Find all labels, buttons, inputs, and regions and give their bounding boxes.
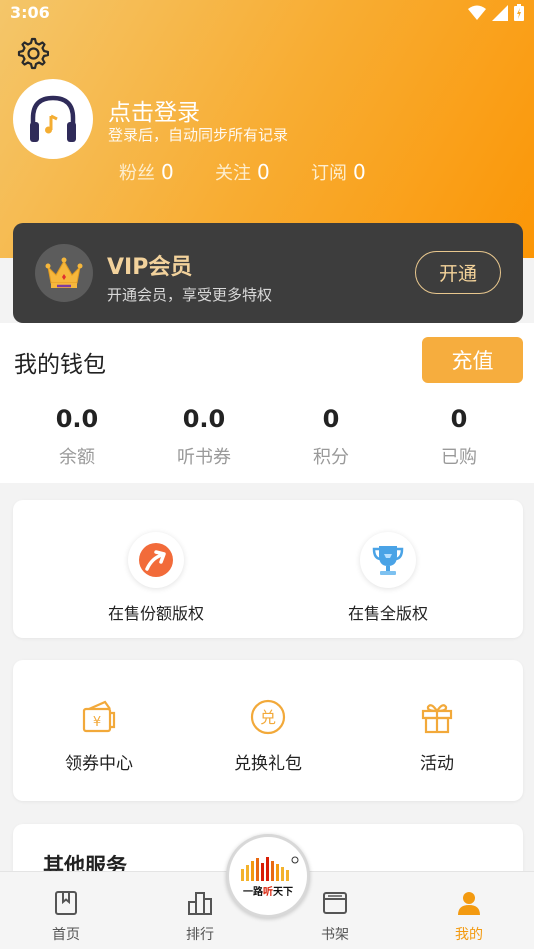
ranking-icon bbox=[188, 892, 212, 915]
tab-label: 书架 bbox=[321, 927, 349, 943]
tool-label: 活动 bbox=[420, 754, 454, 774]
wallet-stat-value: 0 bbox=[322, 405, 340, 433]
wallet-vouchers[interactable]: 0.0 听书券 bbox=[144, 405, 264, 469]
avatar[interactable] bbox=[13, 79, 93, 159]
coupon-icon: ¥ bbox=[82, 700, 116, 733]
headphones-icon bbox=[30, 95, 76, 142]
logo-text-part: 听 bbox=[263, 886, 273, 898]
vip-title: VIP会员 bbox=[107, 255, 193, 280]
settings-button[interactable] bbox=[15, 36, 50, 70]
equalizer-logo-icon bbox=[241, 856, 299, 881]
vip-icon-circle bbox=[35, 244, 93, 302]
tab-bookshelf[interactable]: 书架 bbox=[300, 890, 370, 944]
battery-icon bbox=[514, 4, 524, 21]
arrow-up-circle-icon bbox=[139, 543, 173, 577]
tool-activity[interactable]: 活动 bbox=[367, 697, 507, 774]
tab-mine[interactable]: 我的 bbox=[434, 890, 504, 944]
gift-icon bbox=[421, 704, 453, 734]
wallet-stat-label: 积分 bbox=[313, 447, 349, 468]
wallet-purchased[interactable]: 0 已购 bbox=[399, 405, 519, 469]
logo-text: 一路听天下 bbox=[243, 883, 293, 898]
stat-fans[interactable]: 粉丝 0 bbox=[119, 159, 174, 185]
tab-label: 排行 bbox=[186, 927, 214, 943]
wallet-points[interactable]: 0 积分 bbox=[271, 405, 391, 469]
vip-open-button[interactable]: 开通 bbox=[415, 251, 501, 294]
copyright-card: 在售份额版权 在售全版权 bbox=[13, 500, 523, 638]
stat-value: 0 bbox=[257, 160, 270, 184]
wallet-stat-label: 余额 bbox=[59, 447, 95, 468]
wallet-stat-value: 0.0 bbox=[182, 405, 226, 433]
svg-text:兑: 兑 bbox=[260, 708, 276, 727]
wallet-title: 我的钱包 bbox=[14, 352, 106, 378]
feature-label: 在售全版权 bbox=[347, 604, 428, 623]
stat-value: 0 bbox=[161, 160, 174, 184]
recharge-button[interactable]: 充值 bbox=[422, 337, 523, 383]
book-icon bbox=[55, 891, 77, 915]
feature-full-copyright[interactable]: 在售全版权 bbox=[335, 532, 441, 624]
tab-label: 首页 bbox=[52, 927, 80, 943]
tool-coupon-center[interactable]: ¥ 领券中心 bbox=[29, 697, 169, 774]
wallet-stat-label: 听书券 bbox=[177, 447, 231, 468]
wifi-icon bbox=[468, 5, 486, 20]
logo-text-part: 天下 bbox=[273, 886, 293, 898]
feature-share-copyright[interactable]: 在售份额版权 bbox=[93, 532, 219, 624]
status-icons bbox=[468, 4, 524, 21]
tool-exchange-gift[interactable]: 兑 兑换礼包 bbox=[198, 697, 338, 774]
trophy-icon bbox=[372, 546, 404, 575]
stat-label: 订阅 bbox=[311, 163, 347, 184]
wallet-balance[interactable]: 0.0 余额 bbox=[17, 405, 137, 469]
user-icon bbox=[458, 892, 480, 915]
logo-text-part: 一路 bbox=[243, 886, 263, 898]
gear-icon bbox=[17, 37, 50, 70]
login-title[interactable]: 点击登录 bbox=[108, 93, 200, 127]
wallet-stat-value: 0 bbox=[450, 405, 468, 433]
vip-card[interactable]: VIP会员 开通会员，享受更多特权 开通 bbox=[13, 223, 523, 323]
vip-subtitle: 开通会员，享受更多特权 bbox=[107, 286, 273, 304]
status-time: 3:06 bbox=[10, 3, 50, 22]
wallet-stat-label: 已购 bbox=[441, 447, 477, 468]
stat-following[interactable]: 关注 0 bbox=[215, 159, 270, 185]
status-bar: 3:06 bbox=[0, 0, 534, 28]
wallet-stat-value: 0.0 bbox=[55, 405, 99, 433]
feature-label: 在售份额版权 bbox=[107, 604, 204, 623]
exchange-icon: 兑 bbox=[250, 699, 286, 735]
stat-label: 粉丝 bbox=[119, 163, 155, 184]
feature-icon-circle bbox=[128, 532, 184, 588]
crown-icon bbox=[45, 257, 83, 288]
tab-home[interactable]: 首页 bbox=[31, 890, 101, 944]
stat-value: 0 bbox=[353, 160, 366, 184]
stat-label: 关注 bbox=[215, 163, 251, 184]
tab-label: 我的 bbox=[455, 927, 483, 943]
signal-icon bbox=[492, 4, 508, 21]
bookshelf-icon bbox=[323, 892, 347, 914]
tab-ranking[interactable]: 排行 bbox=[165, 890, 235, 944]
stat-subscriptions[interactable]: 订阅 0 bbox=[311, 159, 366, 185]
tool-label: 兑换礼包 bbox=[234, 754, 302, 774]
tools-card: ¥ 领券中心 兑 兑换礼包 活动 bbox=[13, 660, 523, 801]
login-subtitle: 登录后，自动同步所有记录 bbox=[108, 126, 289, 144]
svg-text:¥: ¥ bbox=[93, 715, 101, 730]
feature-icon-circle bbox=[360, 532, 416, 588]
center-logo-button[interactable]: 一路听天下 bbox=[226, 834, 310, 918]
tool-label: 领券中心 bbox=[65, 754, 133, 774]
